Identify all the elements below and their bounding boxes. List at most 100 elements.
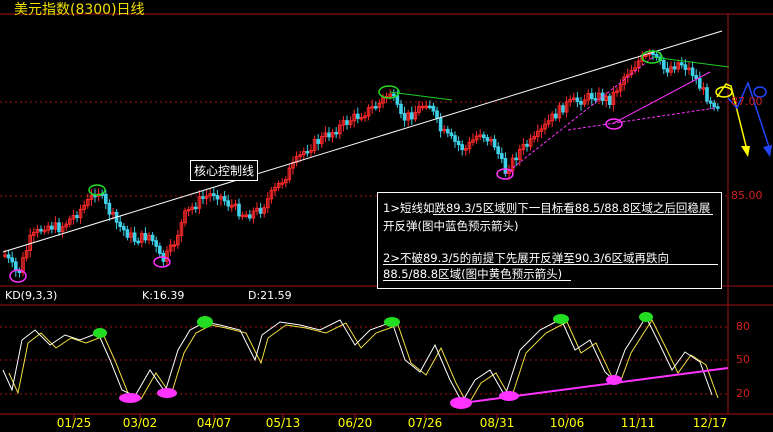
core-control-line-label: 核心控制线	[190, 160, 259, 181]
candle-body	[212, 193, 216, 197]
kd-label-20: 20	[736, 387, 750, 400]
candle-body	[600, 92, 605, 102]
x-label: 08/31	[479, 416, 515, 430]
kd-label-80: 80	[736, 320, 750, 333]
note-line-1b: 开反弹(图中蓝色预示箭头)	[383, 219, 519, 233]
candle-body	[258, 207, 263, 214]
candle-body	[395, 95, 400, 105]
candle-body	[215, 195, 220, 200]
candle-body	[500, 153, 504, 160]
candle-body	[305, 151, 310, 154]
candle-body	[143, 233, 148, 241]
candle-body	[248, 214, 252, 219]
candle-body	[438, 117, 443, 132]
candle-body	[132, 232, 137, 242]
candle-body	[125, 229, 130, 238]
candle-body	[435, 110, 439, 119]
candle-body	[122, 226, 126, 231]
candle-body	[57, 222, 61, 233]
kd-marker-magenta-4	[499, 391, 519, 401]
candle-body	[708, 100, 713, 104]
kd-label-50: 50	[736, 353, 750, 366]
candle-body	[449, 132, 454, 137]
support-line-c	[611, 71, 711, 125]
candle-body	[334, 131, 338, 135]
candle-body	[75, 215, 79, 219]
candle-body	[694, 75, 699, 80]
candle-body	[672, 66, 677, 70]
candle-body	[402, 113, 407, 121]
note-underline	[433, 214, 713, 215]
candle-body	[525, 143, 529, 147]
kd-indicator-name: KD(9,3,3)	[5, 289, 58, 302]
price-label-85: 85.00	[731, 189, 763, 202]
candle-body	[6, 254, 11, 259]
candle-body	[226, 200, 230, 207]
candle-body	[561, 105, 565, 113]
candle-body	[579, 101, 583, 105]
x-label: 04/07	[196, 416, 232, 430]
candle-body	[158, 245, 162, 254]
kd-marker-magenta-3	[450, 397, 472, 409]
x-label: 11/11	[620, 416, 656, 430]
candle-body	[428, 105, 432, 109]
candle-body	[716, 106, 720, 109]
kd-marker-magenta-1	[119, 393, 141, 403]
candle-body	[201, 196, 205, 199]
support-line-b	[567, 107, 716, 131]
candle-body	[593, 98, 598, 101]
candle-body	[39, 228, 43, 232]
kd-marker-green-3	[384, 317, 400, 327]
candle-body	[104, 193, 108, 204]
candle-body	[374, 106, 378, 109]
candle-body	[608, 95, 612, 105]
candle-body	[10, 257, 14, 263]
x-label: 06/20	[337, 416, 373, 430]
candle-body	[651, 52, 655, 56]
blue-forecast-arrow-icon	[727, 80, 771, 151]
kd-marker-magenta-2	[157, 388, 177, 398]
kd-marker-magenta-5	[606, 375, 622, 385]
x-label: 03/02	[122, 416, 158, 430]
candle-body	[496, 146, 500, 155]
candle-body	[345, 120, 349, 125]
x-label: 12/17	[692, 416, 728, 430]
chart-title: 美元指数(8300)日线	[14, 2, 145, 18]
candle-body	[431, 105, 436, 112]
kd-d-value: D:21.59	[248, 289, 292, 302]
candle-body	[482, 134, 486, 139]
candle-body	[237, 203, 241, 217]
x-label: 05/13	[265, 416, 301, 430]
x-ticks	[73, 414, 711, 419]
note-underline	[383, 264, 718, 265]
candle-body	[590, 93, 594, 100]
candle-body	[50, 225, 54, 230]
candle-body	[392, 93, 396, 97]
candle-body	[705, 87, 709, 102]
kd-k-value: K:16.39	[142, 289, 185, 302]
candle-body	[690, 67, 695, 77]
candle-body	[136, 240, 140, 244]
candle-body	[118, 221, 123, 228]
candle-body	[514, 157, 519, 161]
candle-body	[453, 135, 457, 142]
candle-body	[554, 113, 558, 119]
candle-body	[698, 78, 702, 89]
candle-body	[356, 113, 360, 119]
candle-body	[575, 97, 580, 103]
candle-body	[410, 112, 414, 120]
candle-body	[683, 64, 688, 70]
candle-body	[492, 138, 497, 148]
kd-marker-green-4	[553, 314, 569, 324]
candle-body	[194, 206, 198, 210]
x-label: 01/25	[56, 416, 92, 430]
candle-body	[327, 132, 331, 138]
candle-body	[460, 144, 464, 151]
kd-marker-green-1	[93, 328, 107, 338]
candle-body	[154, 240, 158, 247]
x-label: 10/06	[549, 416, 585, 430]
analysis-note-box: 1>短线如跌89.3/5区域则下一目标看88.5/88.8区域之后回稳展 开反弹…	[377, 192, 722, 289]
candle-body	[316, 138, 320, 144]
price-label-87: 87.00	[731, 95, 763, 108]
kd-marker-green-5	[639, 312, 653, 322]
